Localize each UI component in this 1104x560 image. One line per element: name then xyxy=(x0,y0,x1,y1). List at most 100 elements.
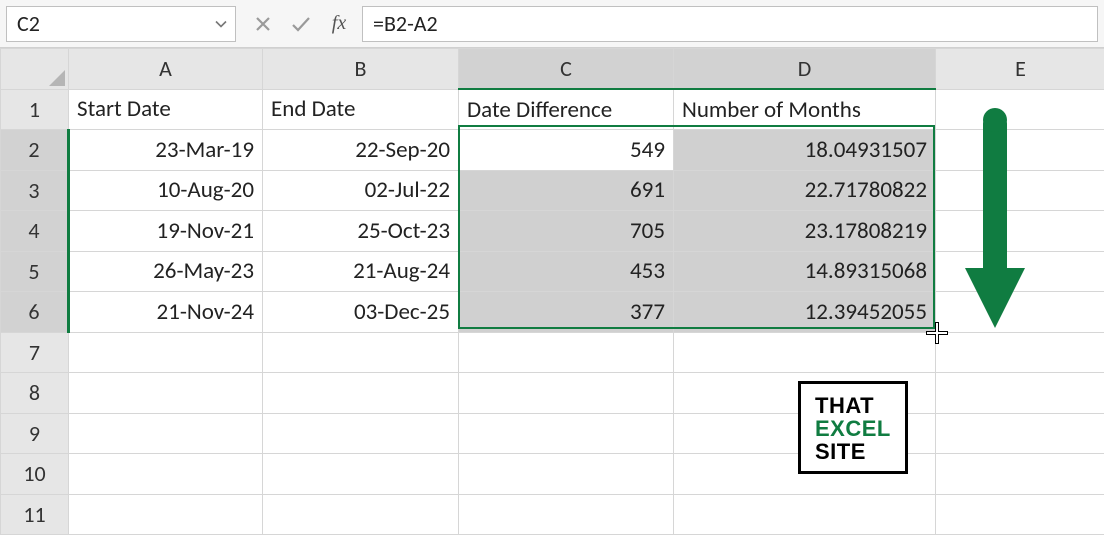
cell-value: 21-Aug-24 xyxy=(353,257,450,285)
select-all-corner[interactable] xyxy=(1,49,69,90)
row-header-3[interactable]: 3 xyxy=(1,170,69,211)
cell-c6[interactable]: 377 xyxy=(459,292,674,333)
cancel-icon[interactable] xyxy=(244,6,282,42)
cell-value: 12.39452055 xyxy=(805,298,927,326)
cell-b6[interactable]: 03-Dec-25 xyxy=(263,292,459,333)
cell-e1[interactable] xyxy=(936,89,1104,130)
formula-input[interactable]: =B2-A2 xyxy=(362,6,1098,42)
cell-a11[interactable] xyxy=(69,494,263,535)
col-header-b[interactable]: B xyxy=(263,49,459,90)
cell-value: 23-Mar-19 xyxy=(155,136,254,164)
cell-value: 691 xyxy=(630,176,665,204)
cell-a6[interactable]: 21-Nov-24 xyxy=(69,292,263,333)
cell-b2[interactable]: 22-Sep-20 xyxy=(263,130,459,171)
cell-e3[interactable] xyxy=(936,170,1104,211)
cell-a5[interactable]: 26-May-23 xyxy=(69,251,263,292)
row-header-6[interactable]: 6 xyxy=(1,292,69,333)
fx-icon[interactable]: fx xyxy=(320,6,358,42)
cell-b7[interactable] xyxy=(263,332,459,373)
cell-a9[interactable] xyxy=(69,413,263,454)
name-box[interactable]: C2 xyxy=(6,6,236,42)
cell-c9[interactable] xyxy=(459,413,674,454)
cell-a10[interactable] xyxy=(69,454,263,495)
row-header-2[interactable]: 2 xyxy=(1,130,69,171)
cell-a4[interactable]: 19-Nov-21 xyxy=(69,211,263,252)
cell-e2[interactable] xyxy=(936,130,1104,171)
cell-d2[interactable]: 18.04931507 xyxy=(674,130,936,171)
col-header-c[interactable]: C xyxy=(459,49,674,90)
cell-e9[interactable] xyxy=(936,413,1104,454)
cell-a7[interactable] xyxy=(69,332,263,373)
col-header-d[interactable]: D xyxy=(674,49,936,90)
cell-c2[interactable]: 549 xyxy=(459,130,674,171)
cell-b4[interactable]: 25-Oct-23 xyxy=(263,211,459,252)
cell-c4[interactable]: 705 xyxy=(459,211,674,252)
cell-c3[interactable]: 691 xyxy=(459,170,674,211)
row-header-1[interactable]: 1 xyxy=(1,89,69,130)
col-header-a[interactable]: A xyxy=(69,49,263,90)
confirm-icon[interactable] xyxy=(282,6,320,42)
row-label: 8 xyxy=(29,379,40,406)
cell-e10[interactable] xyxy=(936,454,1104,495)
cell-c8[interactable] xyxy=(459,373,674,414)
row-label: 3 xyxy=(28,177,39,204)
cell-value: 26-May-23 xyxy=(153,257,254,285)
cell-e7[interactable] xyxy=(936,332,1104,373)
row-header-11[interactable]: 11 xyxy=(1,494,69,535)
cell-b5[interactable]: 21-Aug-24 xyxy=(263,251,459,292)
cell-c7[interactable] xyxy=(459,332,674,373)
cell-b9[interactable] xyxy=(263,413,459,454)
cell-c5[interactable]: 453 xyxy=(459,251,674,292)
row-label: 6 xyxy=(28,298,39,325)
chevron-down-icon[interactable] xyxy=(215,15,227,32)
cell-e11[interactable] xyxy=(936,494,1104,535)
cell-value: 22.71780822 xyxy=(805,176,927,204)
row-header-5[interactable]: 5 xyxy=(1,251,69,292)
cell-b11[interactable] xyxy=(263,494,459,535)
cell-d5[interactable]: 14.89315068 xyxy=(674,251,936,292)
col-label: A xyxy=(159,55,172,82)
cell-value: 705 xyxy=(630,217,665,245)
cell-value: Start Date xyxy=(77,95,171,123)
name-box-value: C2 xyxy=(17,10,40,37)
row-header-9[interactable]: 9 xyxy=(1,413,69,454)
row-header-4[interactable]: 4 xyxy=(1,211,69,252)
cell-d4[interactable]: 23.17808219 xyxy=(674,211,936,252)
cell-b1[interactable]: End Date xyxy=(263,89,459,130)
cell-value: 10-Aug-20 xyxy=(157,176,254,204)
cell-c10[interactable] xyxy=(459,454,674,495)
cell-c1[interactable]: Date Difference xyxy=(459,89,674,130)
cell-d9[interactable] xyxy=(674,413,936,454)
cell-d8[interactable] xyxy=(674,373,936,414)
row-header-10[interactable]: 10 xyxy=(1,454,69,495)
cell-a3[interactable]: 10-Aug-20 xyxy=(69,170,263,211)
cell-c11[interactable] xyxy=(459,494,674,535)
cell-a8[interactable] xyxy=(69,373,263,414)
cell-b8[interactable] xyxy=(263,373,459,414)
cell-e8[interactable] xyxy=(936,373,1104,414)
cell-a2[interactable]: 23-Mar-19 xyxy=(69,130,263,171)
row-header-7[interactable]: 7 xyxy=(1,332,69,373)
cell-value: 549 xyxy=(630,136,665,164)
cell-d10[interactable] xyxy=(674,454,936,495)
row-header-8[interactable]: 8 xyxy=(1,373,69,414)
row-label: 9 xyxy=(29,420,40,447)
cell-d6[interactable]: 12.39452055 xyxy=(674,292,936,333)
cell-e6[interactable] xyxy=(936,292,1104,333)
cell-a1[interactable]: Start Date xyxy=(69,89,263,130)
cell-d3[interactable]: 22.71780822 xyxy=(674,170,936,211)
cell-b3[interactable]: 02-Jul-22 xyxy=(263,170,459,211)
cell-d7[interactable] xyxy=(674,332,936,373)
cell-b10[interactable] xyxy=(263,454,459,495)
cell-e5[interactable] xyxy=(936,251,1104,292)
cell-e4[interactable] xyxy=(936,211,1104,252)
spreadsheet-grid: A B C D E 1 Start Date End Date Date Dif… xyxy=(0,48,1104,535)
cell-value: 453 xyxy=(630,257,665,285)
cell-value: 22-Sep-20 xyxy=(355,136,450,164)
cell-value: 18.04931507 xyxy=(805,136,927,164)
cell-d1[interactable]: Number of Months xyxy=(674,89,936,130)
row-label: 4 xyxy=(28,217,39,244)
col-header-e[interactable]: E xyxy=(936,49,1104,90)
col-label: D xyxy=(798,55,812,82)
cell-d11[interactable] xyxy=(674,494,936,535)
